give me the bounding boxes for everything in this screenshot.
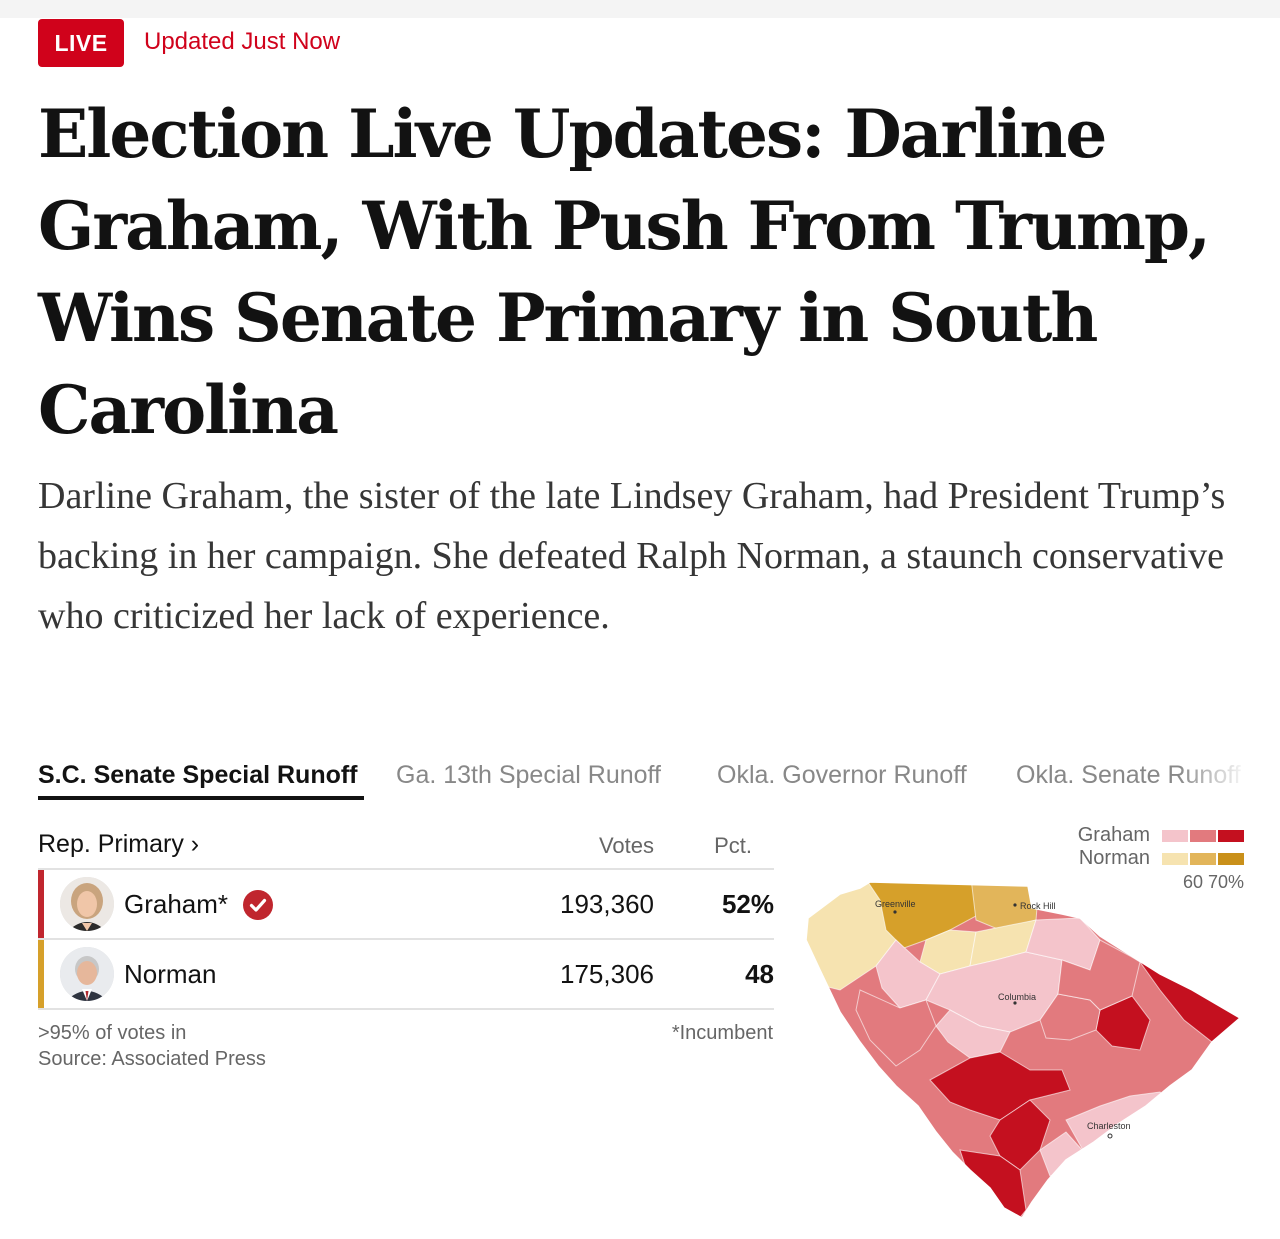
city-label-rock-hill: Rock Hill [1020, 901, 1056, 911]
city-label-greenville: Greenville [875, 899, 916, 909]
legend-graham: Graham [1040, 824, 1246, 846]
tab-ga-13th-special-runoff[interactable]: Ga. 13th Special Runoff [396, 756, 661, 794]
legend-norman: Norman [1040, 847, 1246, 869]
active-tab-underline [38, 796, 364, 800]
graham-color-bar [38, 870, 44, 938]
graham-name: Graham* [124, 889, 229, 919]
city-label-columbia: Columbia [998, 992, 1036, 1002]
reporting-status: >95% of votes in [38, 1022, 187, 1044]
results-footnote: >95% of votes in Source: Associated Pres… [38, 1020, 266, 1072]
legend-norman-label: Norman [1078, 847, 1150, 869]
source-credit: Source: Associated Press [38, 1048, 266, 1070]
candidate-row-graham: Graham* 193,360 52% [38, 870, 774, 938]
primary-link[interactable]: Rep. Primary › [38, 828, 199, 860]
incumbent-note: *Incumbent [671, 1022, 773, 1044]
legend-swatch [1218, 853, 1244, 865]
votes-column-header: Votes [598, 833, 654, 858]
norman-avatar [60, 947, 114, 1001]
tab-sc-senate-special-runoff[interactable]: S.C. Senate Special Runoff [38, 756, 358, 794]
legend-swatch [1190, 830, 1216, 842]
winner-check-icon [243, 890, 273, 920]
top-strip [0, 0, 1280, 18]
norman-color-bar [38, 940, 44, 1008]
legend-swatch [1190, 853, 1216, 865]
summary-dek: Darline Graham, the sister of the late L… [38, 475, 1226, 637]
graham-avatar [60, 877, 114, 931]
legend-swatch [1162, 853, 1188, 865]
tab-okla-governor-runoff[interactable]: Okla. Governor Runoff [717, 756, 967, 794]
norman-pct: 48 [745, 959, 774, 989]
legend-swatch [1218, 830, 1244, 842]
updated-timestamp: Updated Just Now [144, 28, 341, 55]
pct-column-header: Pct. [714, 833, 752, 858]
headline: Election Live Updates: Darline Graham, W… [38, 95, 1211, 449]
legend-graham-label: Graham [1077, 824, 1150, 846]
graham-votes: 193,360 [560, 889, 654, 919]
candidate-row-norman: Norman 175,306 48 [38, 940, 774, 1008]
graham-pct: 52% [721, 889, 774, 919]
norman-votes: 175,306 [560, 959, 654, 989]
legend-swatch [1162, 830, 1188, 842]
tabs-fade [1178, 756, 1248, 800]
city-label-charleston: Charleston [1087, 1121, 1131, 1131]
county-results-map: Greenville Rock Hill Columbia Charleston [800, 870, 1250, 1230]
race-tabs: S.C. Senate Special Runoff Ga. 13th Spec… [38, 756, 1248, 800]
live-badge: LIVE [38, 19, 124, 67]
table-bottom-rule [38, 1008, 774, 1010]
norman-name: Norman [124, 959, 217, 989]
